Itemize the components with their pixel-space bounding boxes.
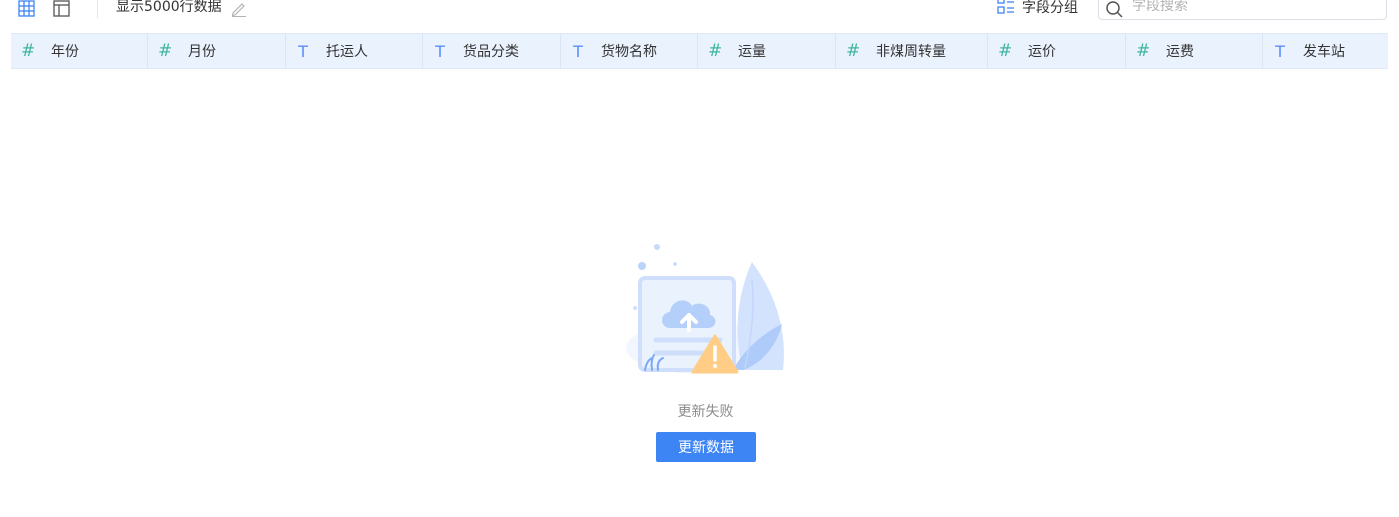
- column-name: 运价: [1028, 44, 1056, 60]
- text-type-icon: T: [1275, 41, 1285, 61]
- column-name: 年份: [51, 44, 79, 60]
- text-type-icon: T: [573, 41, 583, 61]
- column-name: 货物名称: [601, 44, 657, 60]
- upload-failed-illustration: [625, 240, 787, 375]
- column-header[interactable]: # 运费: [1126, 34, 1263, 68]
- column-header[interactable]: T 发车站: [1263, 34, 1388, 68]
- update-data-button[interactable]: 更新数据: [656, 432, 756, 462]
- text-type-icon: T: [298, 41, 308, 61]
- update-failed-message: 更新失败: [677, 404, 734, 420]
- column-name: 货品分类: [463, 44, 519, 60]
- column-name: 运费: [1166, 44, 1194, 60]
- field-group-button[interactable]: 字段分组: [997, 0, 1078, 16]
- column-header[interactable]: # 月份: [148, 34, 286, 68]
- toolbar: 显示5000行数据 字段分组: [0, 0, 1399, 20]
- search-icon: [1106, 1, 1123, 22]
- number-type-icon: #: [21, 40, 36, 61]
- number-type-icon: #: [998, 40, 1013, 61]
- column-name: 月份: [188, 44, 216, 60]
- column-name: 非煤周转量: [876, 44, 946, 60]
- row-count-label: 显示5000行数据: [116, 0, 222, 15]
- field-group-label: 字段分组: [1022, 0, 1078, 16]
- number-type-icon: #: [708, 40, 723, 61]
- column-header[interactable]: # 运量: [698, 34, 836, 68]
- number-type-icon: #: [846, 40, 861, 61]
- layout-view-icon[interactable]: [53, 0, 70, 17]
- toolbar-divider: [97, 0, 98, 18]
- column-header[interactable]: T 货品分类: [423, 34, 561, 68]
- column-header[interactable]: # 运价: [988, 34, 1126, 68]
- field-search-box: [1098, 0, 1387, 20]
- column-name: 托运人: [326, 44, 368, 60]
- text-type-icon: T: [435, 41, 445, 61]
- column-header[interactable]: T 货物名称: [561, 34, 698, 68]
- field-group-icon: [997, 0, 1015, 18]
- number-type-icon: #: [1136, 40, 1151, 61]
- table-header: # 年份 # 月份 T 托运人 T 货品分类 T 货物名称 # 运量 # 非煤周转量 # 运价 # 运费 T 发车站: [11, 33, 1388, 69]
- number-type-icon: #: [158, 40, 173, 61]
- edit-pencil-icon[interactable]: [230, 0, 247, 17]
- column-name: 运量: [738, 44, 766, 60]
- column-header[interactable]: T 托运人: [286, 34, 423, 68]
- field-search-input[interactable]: [1132, 0, 1372, 15]
- column-name: 发车站: [1303, 44, 1345, 60]
- column-header[interactable]: # 年份: [11, 34, 148, 68]
- table-view-icon[interactable]: [18, 0, 35, 17]
- column-header[interactable]: # 非煤周转量: [836, 34, 988, 68]
